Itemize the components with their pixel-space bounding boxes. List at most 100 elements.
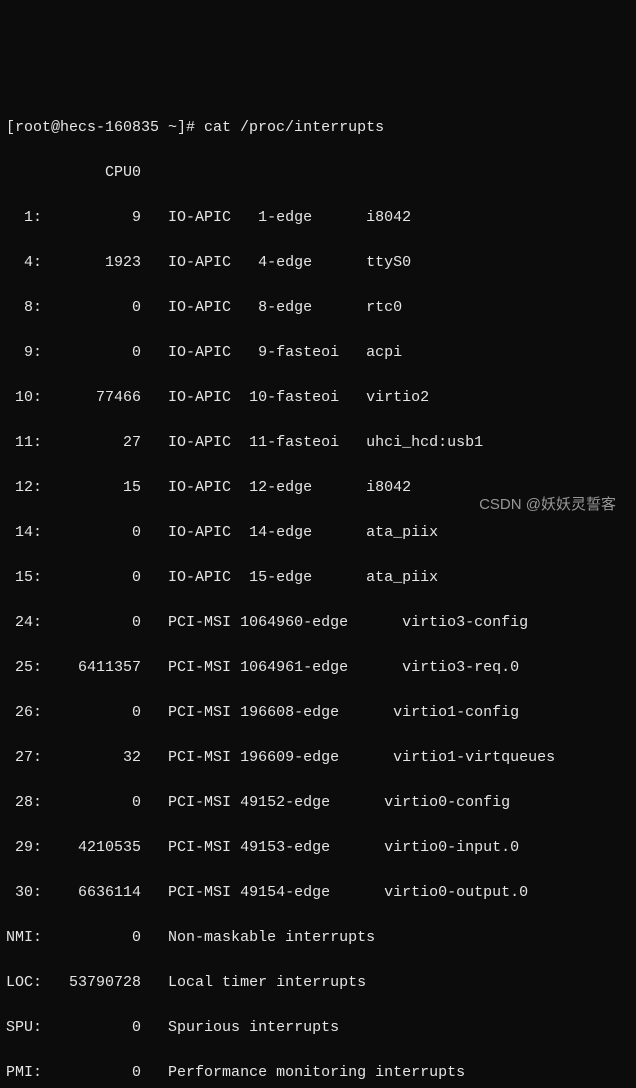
irq-device: virtio0-config [348,794,510,811]
irq-count: 77466 [42,389,141,406]
irq-edge: 14-edge [231,524,348,541]
irq-device: i8042 [348,479,411,496]
irq-row: 15: 0 IO-APIC 15-edge ata_piix [6,567,630,590]
irq-device: acpi [348,344,402,361]
irq-row: 25: 6411357 PCI-MSI 1064961-edge virtio3… [6,657,630,680]
irq-row: 9: 0 IO-APIC 9-fasteoi acpi [6,342,630,365]
irq-controller: IO-APIC [141,209,231,226]
irq-device: i8042 [348,209,411,226]
irq-device: rtc0 [348,299,402,316]
irq-controller: PCI-MSI [141,839,231,856]
summary-count: 0 [42,1019,141,1036]
irq-label: 1: [6,209,42,226]
irq-controller: PCI-MSI [141,794,231,811]
summary-label: LOC: [6,974,42,991]
irq-controller: PCI-MSI [141,659,231,676]
irq-edge: 196608-edge [231,704,348,721]
irq-edge: 12-edge [231,479,348,496]
irq-row: 11: 27 IO-APIC 11-fasteoi uhci_hcd:usb1 [6,432,630,455]
irq-edge: 1064961-edge [231,659,348,676]
irq-row: 1: 9 IO-APIC 1-edge i8042 [6,207,630,230]
irq-count: 15 [42,479,141,496]
irq-controller: IO-APIC [141,389,231,406]
irq-edge: 11-fasteoi [231,434,348,451]
irq-edge: 4-edge [231,254,348,271]
irq-count: 0 [42,704,141,721]
irq-controller: IO-APIC [141,569,231,586]
irq-edge: 49154-edge [231,884,348,901]
irq-label: 10: [6,389,42,406]
summary-count: 53790728 [42,974,141,991]
irq-device: virtio3-config [348,614,528,631]
irq-row: 8: 0 IO-APIC 8-edge rtc0 [6,297,630,320]
irq-label: 12: [6,479,42,496]
irq-row: 30: 6636114 PCI-MSI 49154-edge virtio0-o… [6,882,630,905]
irq-controller: IO-APIC [141,479,231,496]
prompt-command: cat /proc/interrupts [204,119,384,136]
irq-device: virtio0-output.0 [348,884,528,901]
irq-device: ata_piix [348,524,438,541]
irq-controller: PCI-MSI [141,614,231,631]
summary-count: 0 [42,929,141,946]
summary-desc: Non-maskable interrupts [141,929,375,946]
summary-desc: Performance monitoring interrupts [141,1064,465,1081]
watermark-text: CSDN @妖妖灵誓客 [479,494,616,517]
irq-device: ttyS0 [348,254,411,271]
header-row: CPU0 [6,162,630,185]
irq-device: virtio0-input.0 [348,839,519,856]
irq-count: 0 [42,299,141,316]
irq-row: 24: 0 PCI-MSI 1064960-edge virtio3-confi… [6,612,630,635]
summary-row: NMI: 0 Non-maskable interrupts [6,927,630,950]
summary-label: SPU: [6,1019,42,1036]
irq-device: virtio1-config [348,704,519,721]
irq-controller: PCI-MSI [141,704,231,721]
irq-count: 0 [42,524,141,541]
irq-label: 4: [6,254,42,271]
irq-edge: 1064960-edge [231,614,348,631]
irq-label: 27: [6,749,42,766]
irq-edge: 196609-edge [231,749,348,766]
irq-row: 4: 1923 IO-APIC 4-edge ttyS0 [6,252,630,275]
irq-label: 30: [6,884,42,901]
irq-device: virtio1-virtqueues [348,749,555,766]
irq-controller: IO-APIC [141,524,231,541]
irq-edge: 1-edge [231,209,348,226]
irq-device: virtio3-req.0 [348,659,519,676]
irq-row: 10: 77466 IO-APIC 10-fasteoi virtio2 [6,387,630,410]
summary-label: NMI: [6,929,42,946]
prompt-user-host: [root@hecs-160835 ~]# [6,119,204,136]
irq-label: 11: [6,434,42,451]
irq-count: 6411357 [42,659,141,676]
irq-label: 25: [6,659,42,676]
summary-row: PMI: 0 Performance monitoring interrupts [6,1062,630,1085]
irq-controller: IO-APIC [141,344,231,361]
summary-count: 0 [42,1064,141,1081]
irq-label: 29: [6,839,42,856]
irq-count: 0 [42,794,141,811]
irq-row: 29: 4210535 PCI-MSI 49153-edge virtio0-i… [6,837,630,860]
irq-count: 0 [42,614,141,631]
irq-edge: 49153-edge [231,839,348,856]
irq-edge: 9-fasteoi [231,344,348,361]
irq-row: 14: 0 IO-APIC 14-edge ata_piix [6,522,630,545]
irq-controller: PCI-MSI [141,749,231,766]
irq-label: 14: [6,524,42,541]
summary-row: SPU: 0 Spurious interrupts [6,1017,630,1040]
irq-device: ata_piix [348,569,438,586]
irq-device: virtio2 [348,389,429,406]
terminal-output: [root@hecs-160835 ~]# cat /proc/interrup… [6,94,630,1088]
irq-edge: 15-edge [231,569,348,586]
irq-count: 4210535 [42,839,141,856]
irq-label: 15: [6,569,42,586]
irq-controller: IO-APIC [141,434,231,451]
summary-row: LOC: 53790728 Local timer interrupts [6,972,630,995]
irq-controller: PCI-MSI [141,884,231,901]
irq-controller: IO-APIC [141,254,231,271]
irq-controller: IO-APIC [141,299,231,316]
irq-edge: 8-edge [231,299,348,316]
irq-label: 26: [6,704,42,721]
summary-desc: Local timer interrupts [141,974,366,991]
prompt-line: [root@hecs-160835 ~]# cat /proc/interrup… [6,117,630,140]
irq-label: 24: [6,614,42,631]
irq-label: 9: [6,344,42,361]
